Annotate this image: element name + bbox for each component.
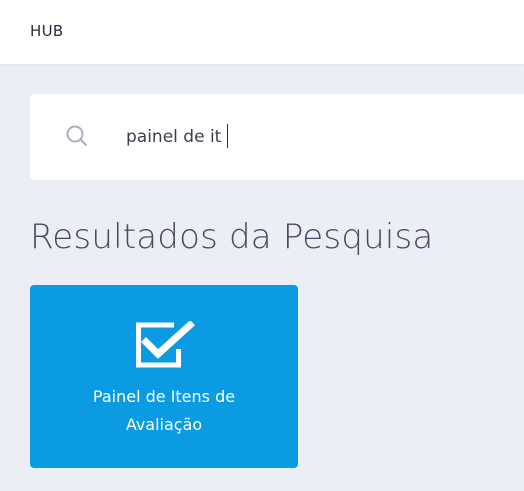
search-input[interactable] [126, 123, 486, 151]
results-title: Resultados da Pesquisa [30, 217, 434, 257]
search-icon [66, 125, 87, 146]
result-card-painel-de-itens[interactable]: Painel de Itens de Avaliação [30, 285, 298, 468]
result-card-label: Painel de Itens de Avaliação [30, 383, 298, 439]
result-card-label-line2: Avaliação [125, 415, 203, 434]
text-caret [227, 124, 228, 148]
checkbox-checked-icon [136, 321, 195, 368]
top-bar: HUB [0, 0, 524, 64]
result-card-label-line1: Painel de Itens de [92, 387, 236, 406]
app-brand[interactable]: HUB [30, 22, 63, 40]
